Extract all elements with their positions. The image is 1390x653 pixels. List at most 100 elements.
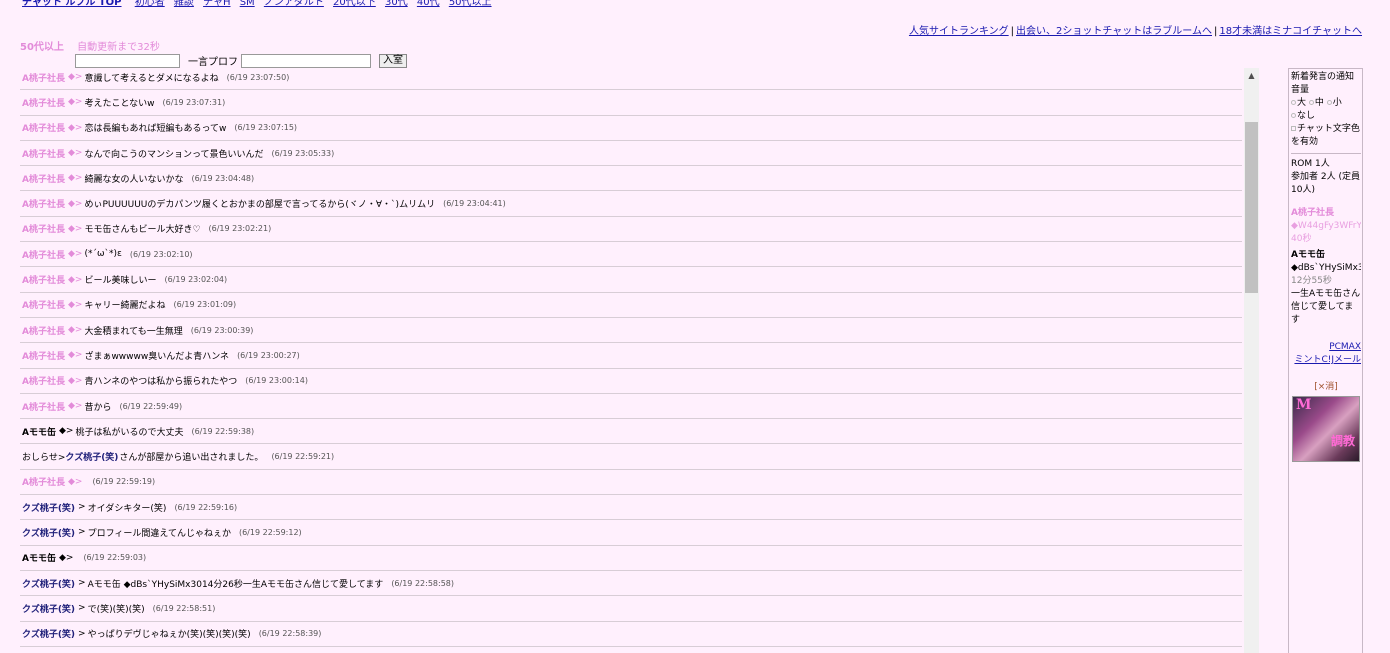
message-text: ざまぁwwwww臭いんだよ青ハンネ bbox=[84, 351, 230, 362]
message-text: プロフィール間違えてんじゃねぇか bbox=[87, 528, 231, 539]
ad-banner-image[interactable]: M 調教 bbox=[1292, 396, 1360, 462]
chat-log: A桃子社長 ◆> 意識して考えるとダメになるよね (6/19 23:07:50) A桃子… bbox=[20, 65, 1242, 653]
message-text: キャリー綺麗だよね bbox=[84, 301, 166, 312]
speaker-arrow: ◆> bbox=[67, 148, 83, 159]
message-text: ビール美味しいー bbox=[84, 276, 157, 287]
message-text: 綺麗な女の人いないかな bbox=[84, 174, 184, 185]
speaker-name[interactable]: Aモモ缶 bbox=[22, 425, 56, 438]
speaker-arrow: ◆> bbox=[67, 299, 83, 310]
message-timestamp: (6/19 22:58:39) bbox=[258, 629, 322, 639]
checkbox-chat-color[interactable] bbox=[1291, 126, 1296, 131]
speaker-name[interactable]: A桃子社長 bbox=[22, 71, 65, 84]
nav-link-chat[interactable]: 雑談 bbox=[174, 0, 194, 8]
speaker-name[interactable]: A桃子社長 bbox=[22, 298, 65, 311]
top-navigation: チャット ルブル TOP 初心者 雑談 チャH SM ノンアダルト 20代以下 … bbox=[22, 0, 498, 11]
message-text: (*´ω`*)ε bbox=[84, 249, 122, 260]
speaker-name[interactable]: A桃子社長 bbox=[22, 121, 65, 134]
pcmax-link[interactable]: PCMAX bbox=[1329, 342, 1361, 352]
speaker-arrow: ◆> bbox=[67, 173, 83, 184]
speaker-name[interactable]: A桃子社長 bbox=[22, 197, 65, 210]
chat-message-row: A桃子社長 ◆> 意識して考えるとダメになるよね (6/19 23:07:50) bbox=[20, 65, 1242, 91]
speaker-arrow: > bbox=[78, 603, 86, 614]
message-text: 意識して考えるとダメになるよね bbox=[84, 73, 219, 84]
nav-link-40s[interactable]: 40代 bbox=[417, 0, 440, 8]
nav-link-50s[interactable]: 50代以上 bbox=[449, 0, 492, 8]
speaker-arrow: ◆> bbox=[67, 375, 83, 386]
message-timestamp: (6/19 23:00:39) bbox=[190, 325, 254, 335]
chat-message-row: クズ桃子(笑) > で(笑)(笑)(笑) (6/19 22:58:51) bbox=[20, 596, 1242, 622]
volume-none-label: なし bbox=[1297, 111, 1316, 121]
speaker-name[interactable]: クズ桃子(笑) bbox=[22, 501, 75, 514]
message-timestamp: (6/19 23:05:33) bbox=[271, 148, 335, 158]
notify-title: 新着発言の通知音量 bbox=[1291, 72, 1355, 95]
room-header: 50代以上 自動更新まで32秒 bbox=[20, 38, 160, 53]
nav-link-nonadult[interactable]: ノンアダルト bbox=[264, 0, 324, 8]
ad-close-link[interactable]: [×消] bbox=[1291, 381, 1361, 394]
chat-message-row: A桃子社長 ◆> 綺麗な女の人いないかな (6/19 23:04:48) bbox=[20, 166, 1242, 192]
member-trip-id: ◆dBs`YHySiMx30 bbox=[1291, 263, 1361, 273]
nav-link-30s[interactable]: 30代 bbox=[385, 0, 408, 8]
volume-options: 大 中 小 なし bbox=[1291, 97, 1361, 123]
auto-refresh-countdown: 自動更新まで32秒 bbox=[77, 42, 160, 53]
chat-message-row: Aモモ缶 ◆> 桃子は私がいるので大丈夫 (6/19 22:59:38) bbox=[20, 419, 1242, 445]
message-timestamp: (6/19 22:59:16) bbox=[174, 502, 238, 512]
message-text: やっぱりデヴじゃねぇか(笑)(笑)(笑)(笑) bbox=[87, 630, 251, 641]
speaker-name[interactable]: A桃子社長 bbox=[22, 475, 65, 488]
speaker-name[interactable]: クズ桃子(笑) bbox=[22, 526, 75, 539]
message-timestamp: (6/19 23:00:27) bbox=[237, 350, 300, 360]
message-timestamp: (6/19 22:58:51) bbox=[152, 603, 216, 613]
speaker-arrow: > bbox=[78, 578, 86, 589]
speaker-name[interactable]: A桃子社長 bbox=[22, 222, 65, 235]
chat-message-row: A桃子社長 ◆> モモ缶さんもビール大好き♡ (6/19 23:02:21) bbox=[20, 217, 1242, 243]
speaker-name[interactable]: クズ桃子(笑) bbox=[22, 577, 75, 590]
speaker-name[interactable]: A桃子社長 bbox=[22, 374, 65, 387]
message-text: さんが部屋から追い出されました。 bbox=[119, 453, 264, 464]
speaker-arrow: > bbox=[78, 628, 86, 639]
nav-link-20s[interactable]: 20代以下 bbox=[333, 0, 376, 8]
speaker-name[interactable]: A桃子社長 bbox=[22, 147, 65, 160]
speaker-name[interactable]: A桃子社長 bbox=[22, 96, 65, 109]
speaker-arrow: ◆> bbox=[67, 350, 83, 361]
speaker-name[interactable]: クズ桃子(笑) bbox=[22, 627, 75, 640]
speaker-name[interactable]: A桃子社長 bbox=[22, 273, 65, 286]
radio-volume-large[interactable] bbox=[1291, 100, 1296, 105]
minakoi-link[interactable]: 18才未満はミナコイチャットへ bbox=[1219, 26, 1362, 37]
message-text: Aモモ缶 ◆dBs`YHySiMx3014分26秒一生Aモモ缶さん信じて愛してま… bbox=[87, 579, 384, 590]
nav-link-beginner[interactable]: 初心者 bbox=[135, 0, 165, 8]
loveroom-link[interactable]: 出会い、2ショットチャットはラブルームへ bbox=[1016, 26, 1212, 37]
chat-message-row: A桃子社長 ◆> (6/19 22:59:19) bbox=[20, 470, 1242, 496]
scrollbar-thumb[interactable] bbox=[1245, 122, 1258, 293]
speaker-arrow: ◆> bbox=[67, 97, 83, 108]
chat-message-row: A桃子社長 ◆> めぃPUUUUUUのデカパンツ履くとおかまの部屋で言ってるから(ヾ… bbox=[20, 191, 1242, 217]
volume-large-label: 大 bbox=[1297, 98, 1307, 108]
radio-volume-mid[interactable] bbox=[1308, 100, 1314, 105]
message-timestamp: (6/19 23:04:48) bbox=[191, 173, 255, 183]
speaker-arrow: ◆> bbox=[67, 72, 83, 83]
speaker-name[interactable]: A桃子社長 bbox=[22, 400, 65, 413]
member-name[interactable]: A桃子社長 bbox=[1291, 207, 1361, 220]
speaker-arrow: ◆> bbox=[58, 426, 74, 437]
speaker-name[interactable]: クズ桃子(笑) bbox=[22, 602, 75, 615]
notice-user-name[interactable]: クズ桃子(笑) bbox=[65, 450, 118, 463]
mint-mail-link[interactable]: ミントC!Jメール bbox=[1294, 355, 1361, 365]
ranking-link[interactable]: 人気サイトランキング bbox=[909, 26, 1009, 37]
speaker-name[interactable]: A桃子社長 bbox=[22, 248, 65, 261]
chat-message-row: クズ桃子(笑) > やっぱりデヴじゃねぇか(笑)(笑)(笑)(笑) (6/19 22:… bbox=[20, 622, 1242, 647]
radio-volume-none[interactable] bbox=[1291, 113, 1296, 118]
radio-volume-small[interactable] bbox=[1326, 100, 1332, 105]
speaker-name[interactable]: A桃子社長 bbox=[22, 172, 65, 185]
rom-count: ROM 1人 bbox=[1291, 159, 1330, 169]
message-text: で(笑)(笑)(笑) bbox=[87, 604, 145, 615]
speaker-name[interactable]: A桃子社長 bbox=[22, 324, 65, 337]
speaker-name[interactable]: A桃子社長 bbox=[22, 349, 65, 362]
chat-message-row: A桃子社長 ◆> 恋は長編もあれば短編もあるってw (6/19 23:07:15) bbox=[20, 116, 1242, 141]
speaker-arrow: > bbox=[78, 502, 86, 513]
nav-top-link[interactable]: チャット ルブル TOP bbox=[22, 0, 122, 8]
member-name[interactable]: Aモモ缶 bbox=[1291, 249, 1361, 262]
nav-link-sm[interactable]: SM bbox=[240, 0, 255, 8]
chat-message-row: A桃子社長 ◆> (*´ω`*)ε (6/19 23:02:10) bbox=[20, 242, 1242, 268]
speaker-name[interactable]: Aモモ缶 bbox=[22, 551, 56, 564]
nav-link-adult[interactable]: チャH bbox=[203, 0, 230, 8]
chat-scrollbar[interactable]: ▲ bbox=[1244, 68, 1259, 653]
scroll-up-arrow-icon[interactable]: ▲ bbox=[1244, 68, 1259, 83]
